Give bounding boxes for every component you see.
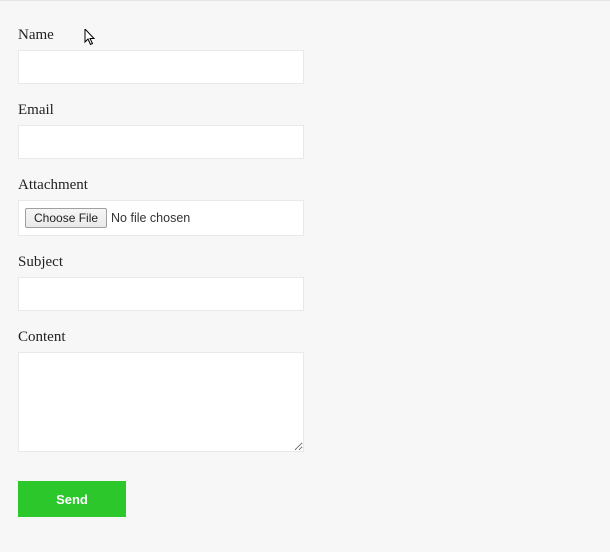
email-input[interactable] xyxy=(18,125,304,159)
file-status-text: No file chosen xyxy=(111,211,190,225)
content-textarea[interactable] xyxy=(18,352,304,452)
content-label: Content xyxy=(18,329,302,346)
content-field-group: Content xyxy=(18,329,302,457)
name-field-group: Name xyxy=(18,27,302,84)
send-button[interactable]: Send xyxy=(18,481,126,517)
name-label: Name xyxy=(18,27,302,44)
choose-file-button[interactable]: Choose File xyxy=(25,208,107,228)
contact-form: Name Email Attachment Choose File No fil… xyxy=(0,1,320,535)
subject-field-group: Subject xyxy=(18,254,302,311)
subject-input[interactable] xyxy=(18,277,304,311)
attachment-field-group: Attachment Choose File No file chosen xyxy=(18,177,302,236)
attachment-label: Attachment xyxy=(18,177,302,194)
email-label: Email xyxy=(18,102,302,119)
attachment-input-wrapper[interactable]: Choose File No file chosen xyxy=(18,200,304,236)
subject-label: Subject xyxy=(18,254,302,271)
name-input[interactable] xyxy=(18,50,304,84)
email-field-group: Email xyxy=(18,102,302,159)
